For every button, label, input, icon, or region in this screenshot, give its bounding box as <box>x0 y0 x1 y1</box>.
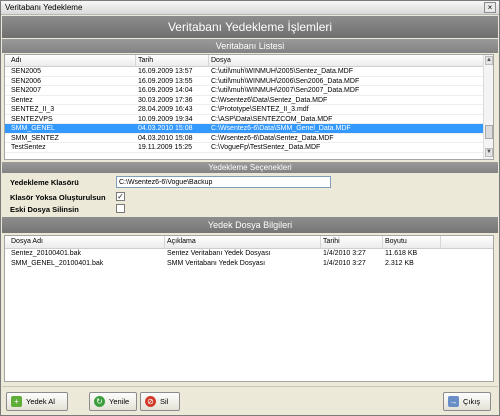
column-header-description[interactable]: Açıklama <box>167 238 196 245</box>
delete-old-label: Eski Dosya Silinsin <box>10 205 79 214</box>
create-folder-label: Klasör Yoksa Oluşturulsun <box>10 193 106 202</box>
column-header-date[interactable]: Tarih <box>138 57 153 64</box>
column-header-name[interactable]: Adı <box>11 57 22 64</box>
cell-date: 16.09.2009 14:04 <box>138 87 193 94</box>
cell-date: 30.03.2009 17:36 <box>138 96 193 104</box>
table-row[interactable]: SENTEZ_II_3 28.04.2009 16:43 C:\Prototype\… <box>5 105 493 115</box>
cell-file: C:\util\muh\WINMUH\2007\Sen2007_Data.MDF <box>211 87 360 94</box>
window-title: Veritabanı Yedekleme <box>5 3 83 12</box>
cell-file: C:\VogueFp\TestSentez_Data.MDF <box>211 144 321 151</box>
table-header: Dosya Adı Açıklama Tarihi Boyutu <box>5 236 493 249</box>
table-row[interactable]: SEN2006 16.09.2009 13:55 C:\util\muh\WINMU… <box>5 77 493 86</box>
table-row[interactable]: SMM_SENTEZ 04.03.2010 15:08 C:\Wsentez6-6\… <box>5 134 493 143</box>
vertical-scrollbar[interactable]: ▲ ▼ <box>483 55 493 159</box>
cell-file: Sentez_20100401.bak <box>11 250 82 257</box>
column-header-file[interactable]: Dosya <box>211 57 231 64</box>
cell-date: 1/4/2010 3:27 <box>323 260 366 267</box>
column-divider <box>382 236 383 249</box>
refresh-icon: ↻ <box>94 396 105 407</box>
cell-size: 2.312 KB <box>385 260 414 267</box>
cell-name: TestSentez <box>11 144 46 151</box>
db-list-title: Veritabanı Listesi <box>2 39 498 53</box>
cell-date: 04.03.2010 15:08 <box>138 134 193 142</box>
cell-date: 28.04.2009 16:43 <box>138 106 193 113</box>
cell-file: C:\ASP\Data\SENTEZCOM_Data.MDF <box>211 115 333 123</box>
table-header: Adı Tarih Dosya <box>5 55 493 67</box>
refresh-button-label: Yenile <box>109 397 130 406</box>
cell-file: C:\util\muh\WINMUH\2005\Sentez_Data.MDF <box>211 68 353 75</box>
backup-folder-input[interactable] <box>116 176 331 188</box>
scroll-up-icon[interactable]: ▲ <box>485 56 493 65</box>
cell-date: 19.11.2009 15:25 <box>138 144 192 151</box>
options-title: Yedekleme Seçenekleri <box>2 162 498 173</box>
table-row[interactable]: TestSentez 19.11.2009 15:25 C:\VogueFp\Tes… <box>5 143 493 153</box>
backup-files-title: Yedek Dosya Bilgileri <box>2 217 498 233</box>
scroll-down-icon[interactable]: ▼ <box>485 148 493 157</box>
table-row[interactable]: SMM_GENEL 04.03.2010 15:08 C:\Wsentez6-6\D… <box>5 124 493 134</box>
cell-date: 10.09.2009 19:34 <box>138 115 193 123</box>
column-header-date[interactable]: Tarihi <box>323 238 340 245</box>
page-title: Veritabanı Yedekleme İşlemleri <box>2 16 498 38</box>
cell-file: C:\Prototype\SENTEZ_II_3.mdf <box>211 106 309 113</box>
cell-desc: Sentez Veritabanı Yedek Dosyası <box>167 250 271 257</box>
scroll-thumb[interactable] <box>485 125 493 139</box>
refresh-button[interactable]: ↻ Yenile <box>89 392 137 411</box>
cell-name: SMM_GENEL <box>11 125 55 132</box>
cell-file: C:\Wsentez6-6\Data\SMM_Genel_Data.MDF <box>211 125 351 132</box>
table-row[interactable]: SENTEZVPS 10.09.2009 19:34 C:\ASP\Data\SEN… <box>5 115 493 124</box>
delete-old-checkbox[interactable] <box>116 204 125 213</box>
table-row[interactable]: Sentez_20100401.bak Sentez Veritabanı Yed… <box>5 249 493 259</box>
close-button[interactable]: × <box>484 2 496 13</box>
column-header-file-name[interactable]: Dosya Adı <box>11 238 43 245</box>
database-rows: SEN2005 16.09.2009 13:57 C:\util\muh\WINMU… <box>5 67 493 153</box>
cell-name: SEN2005 <box>11 68 41 75</box>
backup-files-table[interactable]: Dosya Adı Açıklama Tarihi Boyutu Sentez_… <box>4 235 494 382</box>
cell-file: SMM_GENEL_20100401.bak <box>11 260 104 267</box>
cell-date: 1/4/2010 3:27 <box>323 250 366 257</box>
table-row[interactable]: Sentez 30.03.2009 17:36 C:\Wsentez6\Data\S… <box>5 96 493 105</box>
table-row[interactable]: SEN2005 16.09.2009 13:57 C:\util\muh\WINMU… <box>5 67 493 77</box>
backup-icon: + <box>11 396 22 407</box>
cell-file: C:\Wsentez6-6\Data\Sentez_Data.MDF <box>211 134 334 142</box>
exit-icon: → <box>448 396 459 407</box>
backup-window: Veritabanı Yedekleme × Veritabanı Yedekl… <box>0 0 500 416</box>
cell-desc: SMM Veritabanı Yedek Dosyası <box>167 260 266 267</box>
delete-icon: ⊘ <box>145 396 156 407</box>
table-row[interactable]: SEN2007 16.09.2009 14:04 C:\util\muh\WINMU… <box>5 86 493 96</box>
exit-button[interactable]: → Çıkış <box>443 392 491 411</box>
delete-button[interactable]: ⊘ Sil <box>140 392 180 411</box>
table-row[interactable]: SMM_GENEL_20100401.bak SMM Veritabanı Yed… <box>5 259 493 269</box>
backup-button-label: Yedek Al <box>26 397 55 406</box>
cell-date: 16.09.2009 13:57 <box>138 68 193 75</box>
column-divider <box>164 236 165 249</box>
cell-date: 04.03.2010 15:08 <box>138 125 193 132</box>
cell-name: SEN2006 <box>11 77 41 85</box>
backup-folder-label: Yedekleme Klasörü <box>10 178 79 187</box>
cell-name: SENTEZVPS <box>11 115 53 123</box>
cell-name: SMM_SENTEZ <box>11 134 59 142</box>
exit-button-label: Çıkış <box>463 397 481 406</box>
database-list-table[interactable]: Adı Tarih Dosya SEN2005 16.09.2009 13:57 C… <box>4 54 494 160</box>
cell-date: 16.09.2009 13:55 <box>138 77 193 85</box>
cell-file: C:\util\muh\WINMUH\2006\Sen2006_Data.MDF <box>211 77 360 85</box>
cell-name: Sentez <box>11 96 33 104</box>
backup-rows: Sentez_20100401.bak Sentez Veritabanı Yed… <box>5 249 493 269</box>
column-divider <box>320 236 321 249</box>
backup-button[interactable]: + Yedek Al <box>6 392 68 411</box>
cell-name: SENTEZ_II_3 <box>11 106 55 113</box>
delete-button-label: Sil <box>160 397 169 406</box>
cell-size: 11.618 KB <box>385 250 418 257</box>
column-divider <box>440 236 441 249</box>
title-bar[interactable]: Veritabanı Yedekleme × <box>1 1 499 15</box>
column-header-size[interactable]: Boyutu <box>385 238 407 245</box>
cell-name: SEN2007 <box>11 87 41 94</box>
column-divider <box>208 55 209 67</box>
column-divider <box>135 55 136 67</box>
cell-file: C:\Wsentez6\Data\Sentez_Data.MDF <box>211 96 328 104</box>
create-folder-checkbox[interactable]: ✓ <box>116 192 125 201</box>
button-bar: + Yedek Al ↻ Yenile ⊘ Sil → Çıkış <box>2 386 498 415</box>
